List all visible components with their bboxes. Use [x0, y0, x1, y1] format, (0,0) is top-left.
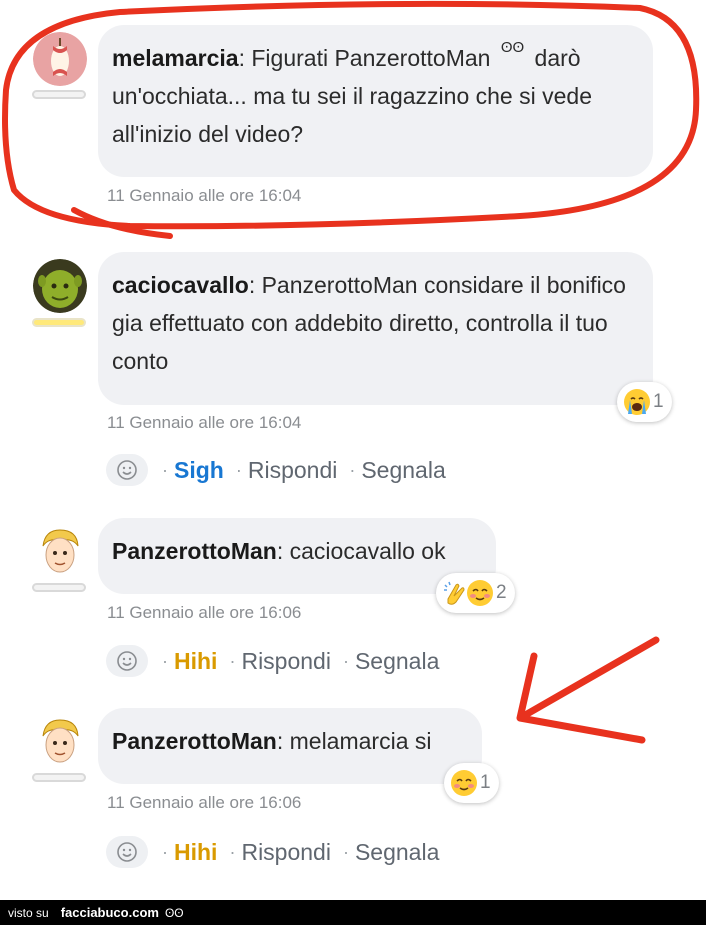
- comment-bubble: PanzerottoMan: melamarcia si: [98, 708, 482, 784]
- report-link[interactable]: Segnala: [355, 648, 439, 675]
- comment-actions: · Sigh · Rispondi · Segnala: [106, 454, 446, 486]
- reaction-count: 1: [480, 772, 491, 793]
- avatar-panzerottoman[interactable]: [33, 714, 87, 768]
- separator: ·: [342, 841, 349, 862]
- rank-bar: [32, 583, 86, 592]
- comment-text: : caciocavallo ok: [276, 538, 446, 564]
- separator: ·: [349, 459, 356, 480]
- comment-timestamp: 11 Gennaio alle ore 16:04: [107, 413, 302, 432]
- eyes-icon: ʘʘ: [500, 39, 525, 56]
- avatar-melamarcia[interactable]: [33, 32, 87, 86]
- avatar-panzerottoman[interactable]: [33, 524, 87, 578]
- separator: ·: [229, 841, 236, 862]
- comment-text: : melamarcia si: [276, 728, 432, 754]
- add-reaction-button[interactable]: [106, 836, 148, 868]
- separator: ·: [229, 650, 236, 671]
- comment-bubble: melamarcia: Figurati PanzerottoMan ʘʘ da…: [98, 25, 653, 177]
- comment-actions: · Hihi · Rispondi · Segnala: [106, 836, 439, 868]
- comment-author[interactable]: melamarcia: [112, 45, 239, 71]
- ogre-face-icon: [33, 259, 87, 313]
- footer-watermark: visto su facciabuco.com ʘʘ: [0, 900, 706, 925]
- reply-link[interactable]: Rispondi: [241, 648, 331, 675]
- blond-kid-icon: [33, 714, 87, 768]
- rank-bar: [32, 773, 86, 782]
- separator: ·: [162, 841, 168, 862]
- report-link[interactable]: Segnala: [355, 839, 439, 866]
- vote-label[interactable]: Sigh: [174, 457, 224, 484]
- separator: ·: [162, 650, 168, 671]
- add-reaction-button[interactable]: [106, 645, 148, 677]
- crying-face-icon: [623, 388, 651, 416]
- rank-bar: [32, 318, 86, 327]
- report-link[interactable]: Segnala: [361, 457, 445, 484]
- reaction-badge[interactable]: 1: [444, 763, 499, 803]
- smiley-icon: [117, 651, 137, 671]
- comment-actions: · Hihi · Rispondi · Segnala: [106, 645, 439, 677]
- blond-kid-icon: [33, 524, 87, 578]
- avatar-caciocavallo[interactable]: [33, 259, 87, 313]
- reaction-badge[interactable]: 1: [617, 382, 672, 422]
- vote-label[interactable]: Hihi: [174, 839, 217, 866]
- comment-author[interactable]: caciocavallo: [112, 272, 249, 298]
- separator: ·: [235, 459, 242, 480]
- apple-core-icon: [33, 32, 87, 86]
- comment-author[interactable]: PanzerottoMan: [112, 728, 277, 754]
- reaction-count: 1: [653, 391, 664, 412]
- separator: ·: [342, 650, 349, 671]
- comment-timestamp: 11 Gennaio alle ore 16:04: [107, 186, 302, 205]
- reply-link[interactable]: Rispondi: [241, 839, 331, 866]
- smiley-icon: [117, 842, 137, 862]
- reaction-count: 2: [496, 582, 507, 603]
- annotation-circle-tail: [71, 207, 173, 239]
- blushing-face-icon: [466, 579, 494, 607]
- blushing-face-icon: [450, 769, 478, 797]
- reply-link[interactable]: Rispondi: [248, 457, 338, 484]
- footer-seen-on: visto su: [8, 905, 49, 920]
- comment-timestamp: 11 Gennaio alle ore 16:06: [107, 603, 302, 622]
- footer-brand[interactable]: facciabuco.com: [61, 905, 159, 920]
- add-reaction-button[interactable]: [106, 454, 148, 486]
- comment-bubble: caciocavallo: PanzerottoMan considare il…: [98, 252, 653, 405]
- annotation-arrow-icon: [516, 636, 660, 744]
- comment-timestamp: 11 Gennaio alle ore 16:06: [107, 793, 302, 812]
- comment-bubble: PanzerottoMan: caciocavallo ok: [98, 518, 496, 594]
- vote-label[interactable]: Hihi: [174, 648, 217, 675]
- separator: ·: [162, 459, 168, 480]
- reaction-badge[interactable]: 2: [436, 573, 515, 613]
- comment-text: : Figurati PanzerottoMan: [238, 45, 497, 71]
- rank-bar: [32, 90, 86, 99]
- smiley-icon: [117, 460, 137, 480]
- comment-author[interactable]: PanzerottoMan: [112, 538, 277, 564]
- eyes-logo-icon: ʘʘ: [164, 905, 184, 920]
